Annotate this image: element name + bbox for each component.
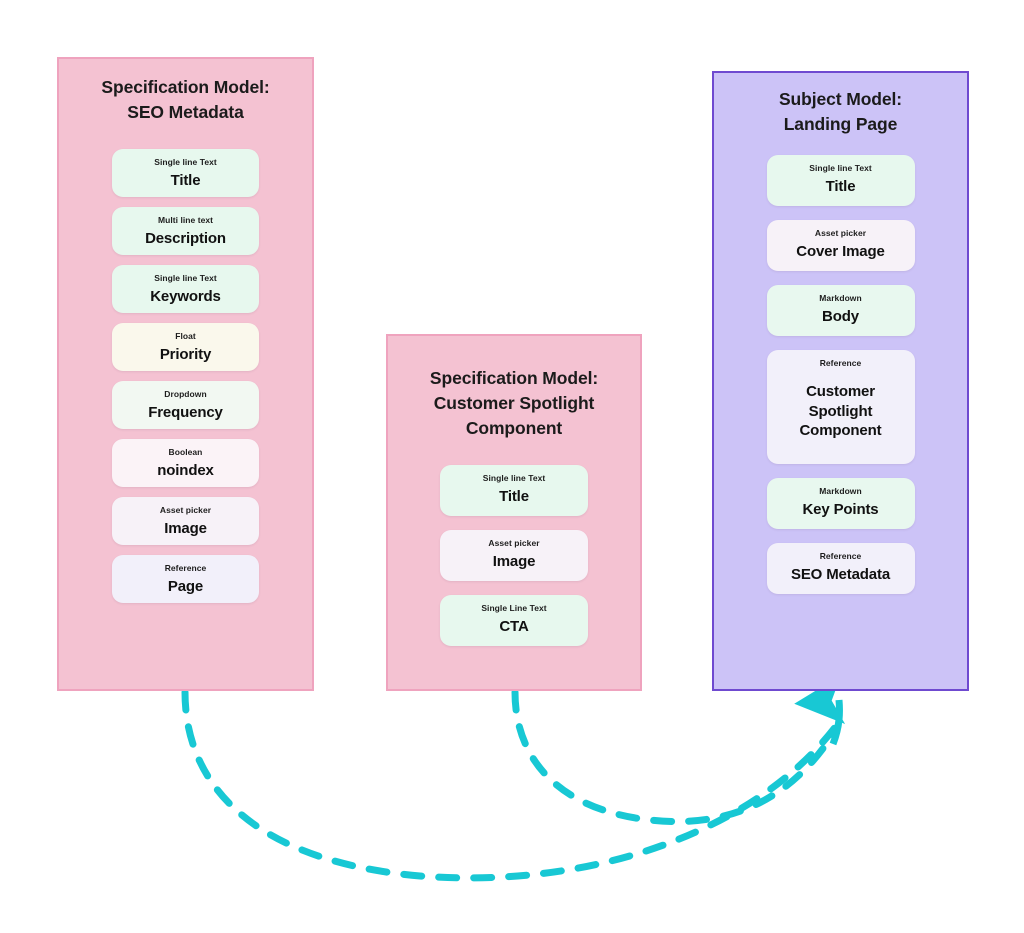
field-list-landing-page: Single line Text Title Asset picker Cove… bbox=[714, 154, 967, 608]
field-name-label: Body bbox=[822, 308, 859, 326]
field-card-title[interactable]: Single line Text Title bbox=[440, 464, 588, 516]
field-card-title[interactable]: Single line Text Title bbox=[112, 148, 259, 197]
field-name-label: Description bbox=[145, 230, 226, 248]
field-kind-label: Dropdown bbox=[164, 388, 207, 399]
field-kind-label: Single line Text bbox=[482, 472, 546, 483]
field-name-label: Title bbox=[825, 178, 856, 196]
field-card-priority[interactable]: Float Priority bbox=[112, 322, 259, 371]
field-name-label: Image bbox=[164, 520, 207, 538]
field-name-label: Customer Spotlight Component bbox=[799, 383, 882, 440]
field-card-cover-image[interactable]: Asset picker Cover Image bbox=[766, 219, 915, 271]
field-kind-label: Asset picker bbox=[814, 227, 867, 238]
model-title-line: Customer Spotlight bbox=[433, 392, 595, 413]
field-card-noindex[interactable]: Boolean noindex bbox=[112, 438, 259, 487]
model-box-landing-page[interactable]: Subject Model: Landing Page Single line … bbox=[712, 71, 969, 691]
field-name-label: Priority bbox=[159, 346, 212, 364]
model-title-line: Subject Model: bbox=[778, 89, 903, 109]
field-name-label: CTA bbox=[499, 618, 529, 636]
model-title-line: Specification Model: bbox=[101, 77, 270, 97]
connector-arrowhead bbox=[794, 675, 846, 746]
model-title-line: Component bbox=[465, 417, 563, 438]
model-box-customer-spotlight-component[interactable]: Specification Model: Customer Spotlight … bbox=[386, 334, 642, 691]
model-title-seo-metadata: Specification Model: SEO Metadata bbox=[77, 75, 295, 125]
field-kind-label: Single line Text bbox=[154, 156, 217, 167]
field-card-frequency[interactable]: Dropdown Frequency bbox=[112, 380, 259, 429]
field-kind-label: Reference bbox=[164, 562, 207, 573]
field-card-keywords[interactable]: Single line Text Keywords bbox=[112, 264, 259, 313]
field-name-label: Image bbox=[492, 553, 536, 571]
field-name-label: SEO Metadata bbox=[790, 566, 891, 584]
field-card-seo-metadata[interactable]: Reference SEO Metadata bbox=[766, 542, 915, 594]
field-card-page[interactable]: Reference Page bbox=[112, 554, 259, 603]
field-kind-label: Single line Text bbox=[154, 272, 217, 283]
model-box-seo-metadata[interactable]: Specification Model: SEO Metadata Single… bbox=[57, 57, 314, 691]
field-name-label: noindex bbox=[157, 462, 214, 480]
diagram-canvas: Specification Model: SEO Metadata Single… bbox=[0, 0, 1024, 933]
field-card-image[interactable]: Asset picker Image bbox=[112, 496, 259, 545]
field-name-label: Cover Image bbox=[796, 243, 885, 261]
field-name-label: Page bbox=[167, 578, 204, 596]
model-title-customer-spotlight-component: Specification Model: Customer Spotlight … bbox=[406, 366, 623, 441]
field-kind-label: Asset picker bbox=[488, 537, 540, 548]
field-kind-label: Reference bbox=[819, 550, 862, 561]
field-kind-label: Boolean bbox=[168, 446, 203, 457]
field-card-body[interactable]: Markdown Body bbox=[766, 284, 915, 336]
field-card-title[interactable]: Single line Text Title bbox=[766, 154, 915, 206]
model-title-line: Specification Model: bbox=[429, 368, 599, 388]
field-list-seo-metadata: Single line Text Title Multi line text D… bbox=[59, 148, 312, 613]
field-kind-label: Asset picker bbox=[159, 504, 212, 515]
field-kind-label: Single Line Text bbox=[481, 602, 547, 613]
model-title-line: Landing Page bbox=[783, 113, 898, 134]
field-card-customer-spotlight-component[interactable]: Reference Customer Spotlight Component bbox=[766, 349, 915, 464]
field-kind-label: Multi line text bbox=[157, 214, 214, 225]
field-kind-label: Single line Text bbox=[809, 162, 872, 173]
field-name-label: Keywords bbox=[150, 288, 221, 306]
field-name-label: Title bbox=[170, 172, 201, 190]
model-title-line: SEO Metadata bbox=[127, 101, 244, 122]
field-name-label: Title bbox=[499, 488, 529, 506]
model-title-landing-page: Subject Model: Landing Page bbox=[732, 87, 950, 137]
field-card-image[interactable]: Asset picker Image bbox=[440, 529, 588, 581]
field-card-cta[interactable]: Single Line Text CTA bbox=[440, 594, 588, 646]
field-card-description[interactable]: Multi line text Description bbox=[112, 206, 259, 255]
connector-spotlight-to-landing-page bbox=[511, 688, 842, 825]
field-kind-label: Reference bbox=[819, 357, 862, 368]
field-kind-label: Markdown bbox=[819, 485, 862, 496]
field-kind-label: Markdown bbox=[819, 292, 862, 303]
field-list-customer-spotlight-component: Single line Text Title Asset picker Imag… bbox=[388, 464, 640, 660]
field-card-key-points[interactable]: Markdown Key Points bbox=[766, 477, 915, 529]
field-name-label: Key Points bbox=[802, 501, 879, 519]
field-kind-label: Float bbox=[175, 330, 196, 341]
field-name-label: Frequency bbox=[148, 404, 223, 422]
connector-seo-to-landing-page bbox=[181, 688, 840, 882]
